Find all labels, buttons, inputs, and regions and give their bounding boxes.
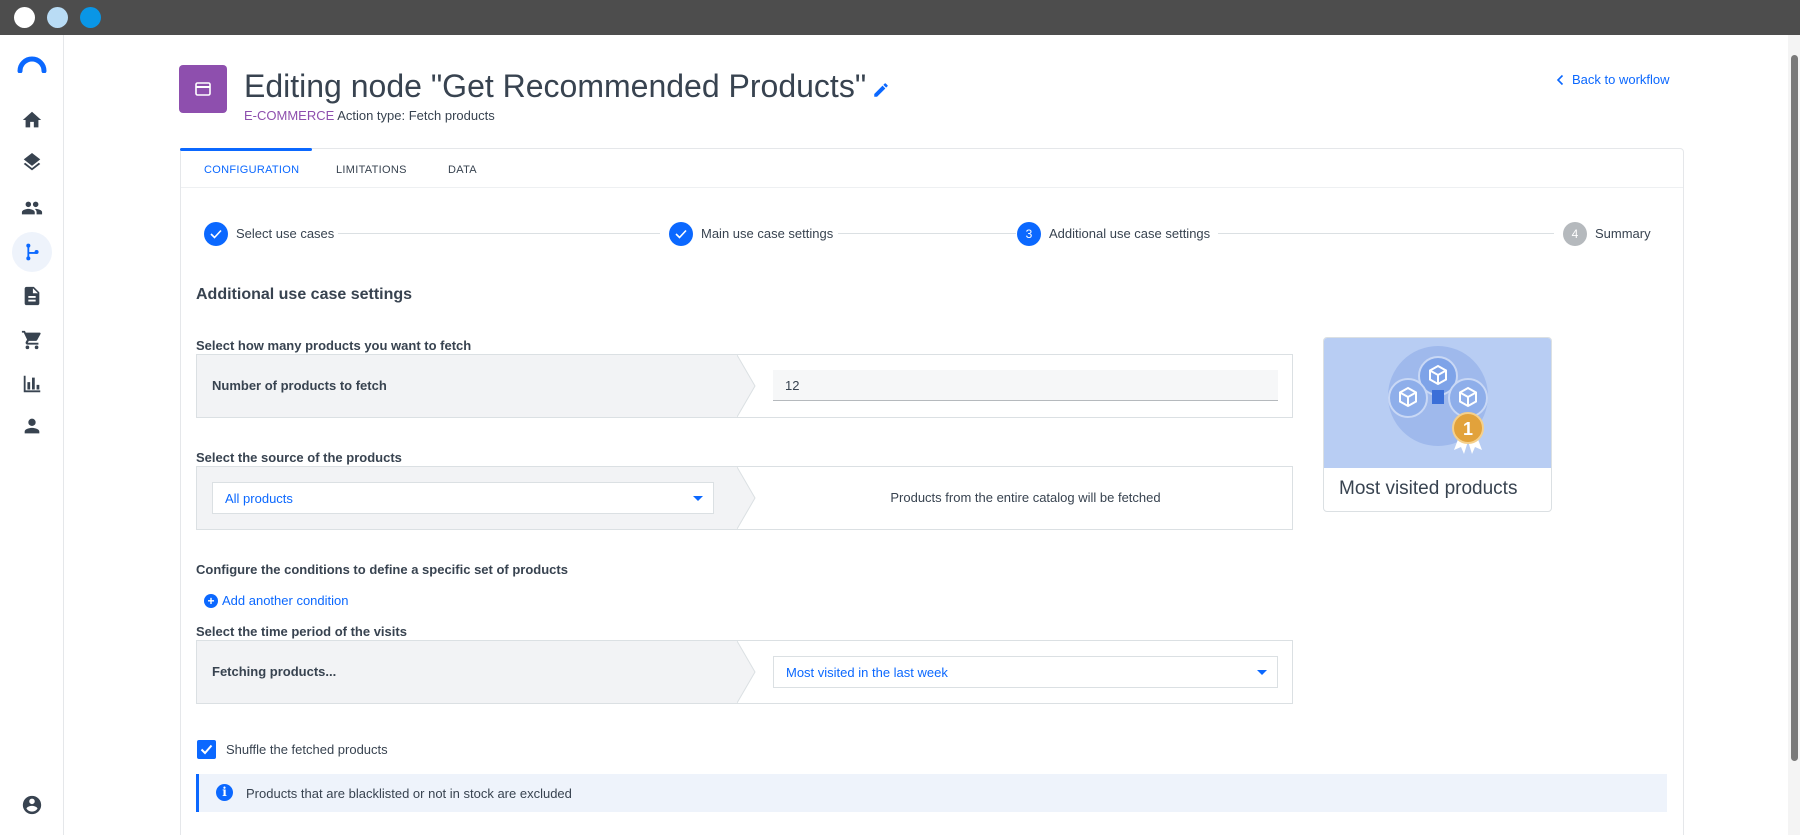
check-icon	[200, 744, 213, 755]
shuffle-checkbox[interactable]	[197, 740, 216, 759]
chevron-left-icon	[1556, 74, 1564, 85]
plus-circle-icon: +	[204, 593, 218, 608]
time-period-row: Fetching products... Most visited in the…	[196, 640, 1293, 704]
row-label-cell: Number of products to fetch	[197, 355, 737, 417]
step-2-label[interactable]: Main use case settings	[701, 226, 833, 241]
node-category: E-COMMERCE	[244, 108, 335, 123]
source-select[interactable]: All products	[212, 482, 714, 514]
document-icon[interactable]	[10, 276, 54, 316]
add-condition-button[interactable]: + Add another condition	[204, 593, 348, 608]
window-titlebar	[0, 0, 1800, 35]
products-count-label: Number of products to fetch	[212, 378, 387, 393]
step-3-number[interactable]: 3	[1017, 222, 1041, 246]
conditions-heading: Configure the conditions to define a spe…	[196, 562, 568, 577]
page-title: Editing node "Get Recommended Products"	[244, 68, 867, 104]
shuffle-label[interactable]: Shuffle the fetched products	[226, 742, 388, 757]
tab-limitations[interactable]: LIMITATIONS	[336, 164, 407, 176]
info-icon: i	[216, 784, 233, 801]
source-heading: Select the source of the products	[196, 450, 402, 465]
person-icon[interactable]	[10, 406, 54, 446]
step-2-check-icon[interactable]	[669, 222, 693, 246]
chevron-down-icon	[1257, 670, 1267, 675]
scrollbar-thumb[interactable]	[1791, 55, 1798, 761]
products-count-heading: Select how many products you want to fet…	[196, 338, 472, 353]
people-icon[interactable]	[10, 188, 54, 228]
sidebar	[0, 35, 64, 835]
step-4-label[interactable]: Summary	[1595, 226, 1651, 241]
layers-icon[interactable]	[10, 144, 54, 184]
row-arrow	[737, 355, 756, 417]
row-arrow	[737, 467, 756, 529]
cart-icon[interactable]	[10, 320, 54, 360]
tab-configuration[interactable]: CONFIGURATION	[204, 164, 299, 176]
info-banner: i Products that are blacklisted or not i…	[196, 774, 1667, 812]
step-3-label[interactable]: Additional use case settings	[1049, 226, 1210, 241]
preview-title: Most visited products	[1339, 478, 1518, 499]
app-logo-icon[interactable]	[17, 53, 47, 74]
use-case-preview-card: 1 Most visited products	[1323, 337, 1552, 512]
edit-title-icon[interactable]	[872, 81, 890, 99]
chevron-down-icon	[693, 496, 703, 501]
row-label-cell: Fetching products...	[197, 641, 737, 703]
time-period-label: Fetching products...	[212, 664, 337, 679]
row-arrow	[737, 641, 756, 703]
add-condition-label: Add another condition	[222, 593, 349, 608]
step-4-number[interactable]: 4	[1563, 222, 1587, 246]
step-1-check-icon[interactable]	[204, 222, 228, 246]
window-close-dot[interactable]	[14, 7, 35, 28]
tabs-divider	[181, 187, 1683, 188]
source-select-value: All products	[225, 490, 293, 506]
time-period-heading: Select the time period of the visits	[196, 624, 407, 639]
window-minimize-dot[interactable]	[47, 7, 68, 28]
active-tab-indicator	[180, 148, 312, 151]
source-row: All products Products from the entire ca…	[196, 466, 1293, 530]
home-icon[interactable]	[10, 100, 54, 140]
time-period-select[interactable]: Most visited in the last week	[773, 656, 1278, 688]
step-connector	[1218, 233, 1554, 234]
node-type-badge	[179, 65, 227, 113]
node-action-type: Action type: Fetch products	[337, 108, 495, 123]
workflow-icon[interactable]	[12, 232, 52, 272]
products-count-row: Number of products to fetch	[196, 354, 1293, 418]
time-period-select-value: Most visited in the last week	[786, 664, 948, 680]
chart-icon[interactable]	[10, 364, 54, 404]
card-icon	[195, 82, 211, 96]
row-label-cell: All products	[197, 467, 737, 529]
step-connector	[838, 233, 1016, 234]
source-description: Products from the entire catalog will be…	[890, 490, 1161, 505]
node-subtitle: E-COMMERCE Action type: Fetch products	[244, 108, 495, 124]
back-to-workflow-link[interactable]: Back to workflow	[1556, 72, 1670, 87]
section-title: Additional use case settings	[196, 286, 413, 303]
rank-badge-number: 1	[1463, 419, 1473, 439]
info-text: Products that are blacklisted or not in …	[246, 786, 572, 801]
step-1-label[interactable]: Select use cases	[236, 226, 334, 241]
account-icon[interactable]	[10, 785, 54, 825]
step-connector	[338, 233, 660, 234]
tab-data[interactable]: DATA	[448, 164, 477, 176]
products-count-input[interactable]	[773, 370, 1278, 401]
back-link-label: Back to workflow	[1572, 72, 1670, 87]
window-maximize-dot[interactable]	[80, 7, 101, 28]
most-visited-illustration: 1	[1324, 338, 1551, 468]
